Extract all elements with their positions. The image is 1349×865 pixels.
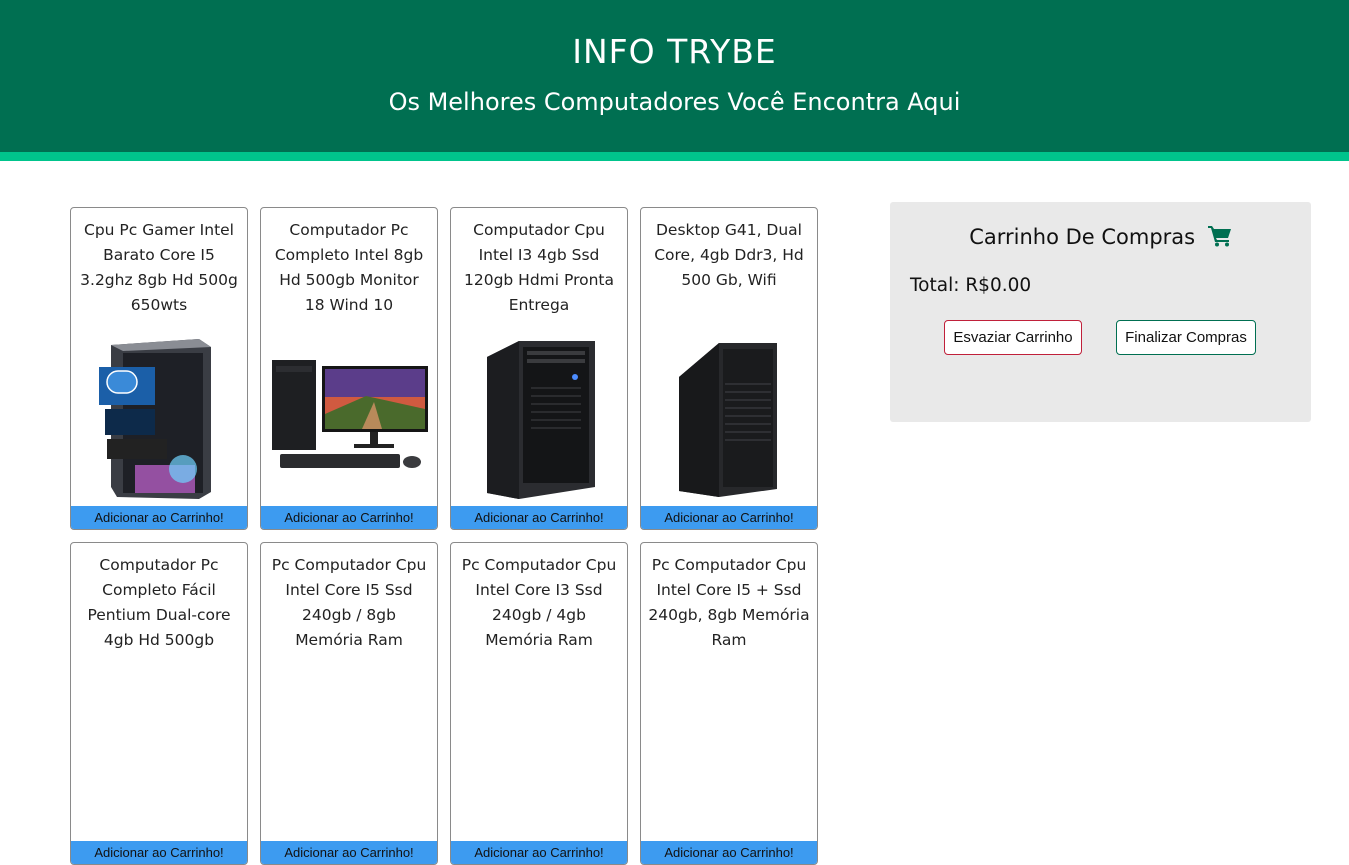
product-card: Computador Cpu Intel I3 4gb Ssd 120gb Hd… <box>450 207 628 530</box>
site-subtitle: Os Melhores Computadores Você Encontra A… <box>388 88 961 116</box>
add-to-cart-button[interactable]: Adicionar ao Carrinho! <box>261 506 437 529</box>
cart-title: Carrinho De Compras <box>969 225 1196 249</box>
shopping-cart-icon <box>1207 225 1232 252</box>
add-to-cart-button[interactable]: Adicionar ao Carrinho! <box>641 506 817 529</box>
desktop-set-icon <box>261 335 437 503</box>
product-card: Pc Computador Cpu Intel Core I3 Ssd 240g… <box>450 542 628 865</box>
add-to-cart-button[interactable]: Adicionar ao Carrinho! <box>451 506 627 529</box>
pc-tower-icon <box>641 335 817 503</box>
product-card: Pc Computador Cpu Intel Core I5 Ssd 240g… <box>260 542 438 865</box>
add-to-cart-button[interactable]: Adicionar ao Carrinho! <box>451 841 627 864</box>
add-to-cart-button[interactable]: Adicionar ao Carrinho! <box>641 841 817 864</box>
product-name: Cpu Pc Gamer Intel Barato Core I5 3.2ghz… <box>80 221 238 314</box>
page-header: INFO TRYBE Os Melhores Computadores Você… <box>0 0 1349 152</box>
header-divider <box>0 152 1349 161</box>
add-to-cart-button[interactable]: Adicionar ao Carrinho! <box>71 841 247 864</box>
product-card: Computador Pc Completo Intel 8gb Hd 500g… <box>260 207 438 530</box>
product-card: Desktop G41, Dual Core, 4gb Ddr3, Hd 500… <box>640 207 818 530</box>
product-card: Pc Computador Cpu Intel Core I5 + Ssd 24… <box>640 542 818 865</box>
shopping-cart-panel: Carrinho De Compras Total: R$0.00 Esvazi… <box>890 202 1311 422</box>
product-name: Desktop G41, Dual Core, 4gb Ddr3, Hd 500… <box>654 221 804 289</box>
product-card: Cpu Pc Gamer Intel Barato Core I5 3.2ghz… <box>70 207 248 530</box>
site-title: INFO TRYBE <box>572 32 777 71</box>
checkout-button[interactable]: Finalizar Compras <box>1116 320 1256 355</box>
product-name: Computador Pc Completo Intel 8gb Hd 500g… <box>274 221 424 314</box>
pc-tower-icon <box>451 335 627 503</box>
product-name: Computador Pc Completo Fácil Pentium Dua… <box>87 556 231 649</box>
product-card: Computador Pc Completo Fácil Pentium Dua… <box>70 542 248 865</box>
product-name: Pc Computador Cpu Intel Core I3 Ssd 240g… <box>461 556 617 649</box>
product-name: Computador Cpu Intel I3 4gb Ssd 120gb Hd… <box>463 221 614 314</box>
product-name: Pc Computador Cpu Intel Core I5 Ssd 240g… <box>271 556 427 649</box>
empty-cart-button[interactable]: Esvaziar Carrinho <box>944 320 1082 355</box>
gamer-pc-tower-icon <box>71 335 247 503</box>
cart-title-row: Carrinho De Compras <box>890 225 1311 252</box>
product-name: Pc Computador Cpu Intel Core I5 + Ssd 24… <box>648 556 810 649</box>
cart-total: Total: R$0.00 <box>910 275 1032 296</box>
add-to-cart-button[interactable]: Adicionar ao Carrinho! <box>71 506 247 529</box>
add-to-cart-button[interactable]: Adicionar ao Carrinho! <box>261 841 437 864</box>
